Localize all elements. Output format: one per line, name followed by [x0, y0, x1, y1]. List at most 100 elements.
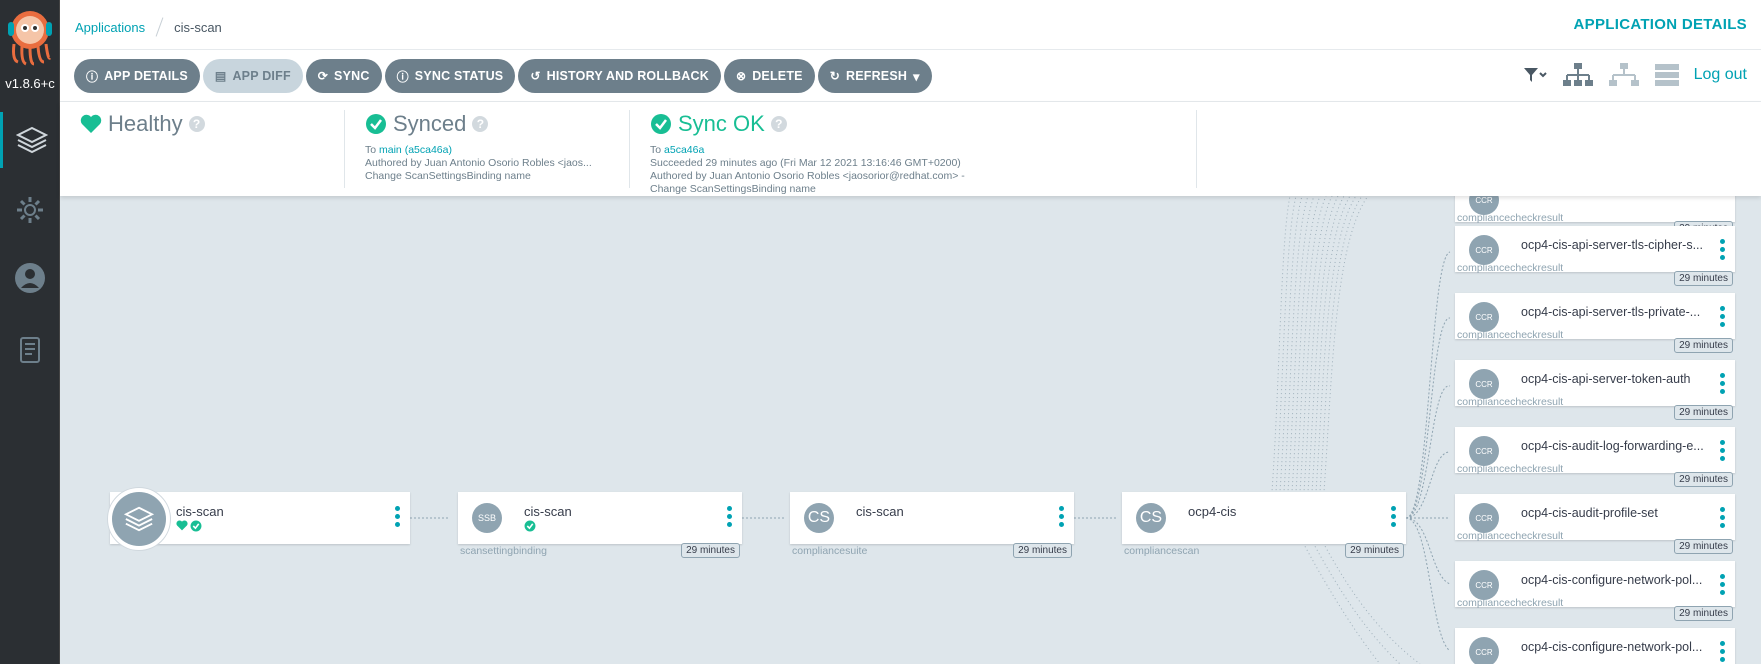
sync-author: Authored by Juan Antonio Osorio Robles <… — [365, 157, 592, 169]
sync-label: SYNC — [334, 69, 370, 83]
node-name: ocp4-cis-api-server-tls-private-... — [1521, 305, 1701, 319]
network-view-icon[interactable] — [1608, 62, 1640, 88]
node-kind: scansettingbinding — [460, 545, 547, 557]
node-menu-icon[interactable] — [724, 506, 734, 527]
node-menu-icon[interactable] — [1720, 507, 1725, 528]
node-name: ocp4-cis-api-server-token-auth — [1521, 372, 1691, 386]
refresh-button[interactable]: ↻ REFRESH ▾ — [817, 59, 932, 93]
checkresult-node[interactable]: CCR ocp4-cis-audit-profile-set complianc… — [1455, 494, 1735, 554]
sync-revision-link[interactable]: main (a5ca46a) — [379, 144, 452, 156]
delete-icon: ⊗ — [735, 69, 747, 83]
node-menu-icon[interactable] — [1720, 440, 1725, 461]
node-age-badge: 29 minutes — [1674, 472, 1733, 487]
node-age-badge: 29 minutes — [681, 543, 740, 558]
argo-logo-icon[interactable] — [6, 8, 54, 68]
info-icon: ⓘ — [86, 69, 99, 84]
check-circle-icon — [366, 114, 386, 134]
breadcrumb-separator — [155, 17, 164, 37]
sync-to-prefix: To — [365, 144, 377, 156]
breadcrumb-current: cis-scan — [174, 19, 222, 35]
node-kind-badge: CCR — [1469, 503, 1499, 533]
node-kind: compliancescan — [1124, 545, 1200, 557]
node-kind: compliancecheckresult — [1457, 463, 1564, 475]
history-rollback-button[interactable]: ↺ HISTORY AND ROLLBACK — [518, 59, 721, 93]
node-age-badge: 29 minutes — [1013, 543, 1072, 558]
layers-icon — [124, 506, 154, 532]
operation-label: Sync OK — [678, 111, 765, 136]
node-name: ocp4-cis-configure-network-pol... — [1521, 640, 1703, 654]
caret-down-icon: ▾ — [913, 69, 920, 84]
resource-node-scansettingbinding[interactable]: SSB cis-scan scansettingbinding 29 minut… — [458, 492, 742, 558]
node-kind: compliancecheckresult — [1457, 597, 1564, 609]
checkresult-node[interactable]: CCR ocp4-cis-configure-network-pol... co… — [1455, 561, 1735, 621]
operation-status[interactable]: Sync OK ? To a5ca46a Succeeded 29 minute… — [629, 110, 1197, 195]
app-details-button[interactable]: ⓘ APP DETAILS — [74, 59, 200, 93]
node-age-badge: 29 minutes — [1674, 405, 1733, 420]
info-icon: ⓘ — [396, 69, 409, 84]
checkresult-node[interactable]: CCR ocp4-cis-api-server-token-auth compl… — [1455, 360, 1735, 420]
node-kind: compliancecheckresult — [1457, 262, 1564, 274]
version-label: v1.8.6+c — [5, 76, 55, 91]
list-view-icon[interactable] — [1654, 63, 1680, 87]
node-menu-icon[interactable] — [1388, 506, 1398, 527]
node-kind: compliancecheckresult — [1457, 396, 1564, 408]
refresh-icon: ↻ — [829, 69, 840, 83]
node-kind-badge: CCR — [1469, 570, 1499, 600]
sidebar: v1.8.6+c — [0, 0, 60, 664]
delete-button[interactable]: ⊗ DELETE — [723, 59, 815, 93]
status-panel: Healthy ? Synced ? To main (a5ca46a) Aut… — [60, 102, 1761, 196]
node-menu-icon[interactable] — [1720, 641, 1725, 662]
node-kind: compliancecheckresult — [1457, 530, 1564, 542]
node-menu-icon[interactable] — [1720, 373, 1725, 394]
heart-icon — [80, 114, 102, 133]
help-icon[interactable]: ? — [188, 116, 205, 132]
node-kind-badge: CCR — [1469, 302, 1499, 332]
checkresult-node[interactable]: CCR ocp4-cis-audit-log-forwarding-e... c… — [1455, 427, 1735, 487]
sidebar-item-docs[interactable] — [0, 322, 60, 378]
node-age-badge: 29 minutes — [1345, 543, 1404, 558]
node-age-badge: 29 minutes — [1674, 539, 1733, 554]
node-menu-icon[interactable] — [1720, 306, 1725, 327]
breadcrumb-applications-link[interactable]: Applications — [75, 20, 145, 35]
node-menu-icon[interactable] — [1720, 239, 1725, 260]
logout-link[interactable]: Log out — [1694, 66, 1747, 84]
resource-node-compliancesuite[interactable]: CS cis-scan compliancesuite 29 minutes — [790, 492, 1074, 558]
sidebar-item-user-info[interactable] — [0, 250, 60, 306]
sidebar-item-settings[interactable] — [0, 182, 60, 238]
operation-revision-link[interactable]: a5ca46a — [664, 144, 704, 156]
checkresult-node[interactable]: CCR ocp4-cis-configure-network-pol... — [1455, 628, 1735, 664]
health-label: Healthy — [108, 111, 183, 136]
node-kind-badge: CS — [1136, 503, 1166, 533]
node-name: ocp4-cis-audit-profile-set — [1521, 506, 1658, 520]
app-node-avatar — [108, 488, 170, 550]
resource-graph: cis-scan SSB cis-scan scansettingbinding… — [60, 196, 1761, 664]
gear-icon — [17, 197, 43, 223]
sync-button[interactable]: ⟳ SYNC — [305, 59, 382, 93]
checkresult-node[interactable]: CCR ocp4-cis-api-server-tls-cipher-s... … — [1455, 226, 1735, 286]
node-menu-icon[interactable] — [1056, 506, 1066, 527]
tree-view-icon[interactable] — [1562, 62, 1594, 88]
filter-icon[interactable] — [1522, 66, 1548, 84]
check-circle-icon — [524, 520, 536, 532]
sidebar-item-applications[interactable] — [0, 112, 60, 168]
app-diff-button[interactable]: ▤ APP DIFF — [202, 59, 303, 93]
node-name: ocp4-cis — [1188, 504, 1237, 519]
checkresult-node[interactable]: CCR compliancecheckresult 29 minutes — [1455, 196, 1735, 236]
checkresult-node[interactable]: CCR ocp4-cis-api-server-tls-private-... … — [1455, 293, 1735, 353]
node-kind-badge: CS — [804, 503, 834, 533]
node-name: cis-scan — [524, 504, 572, 519]
app-details-label: APP DETAILS — [104, 69, 188, 83]
health-status[interactable]: Healthy ? — [80, 110, 345, 188]
help-icon[interactable]: ? — [770, 116, 787, 132]
node-menu-icon[interactable] — [1720, 574, 1725, 595]
help-icon[interactable]: ? — [472, 116, 489, 132]
node-menu-icon[interactable] — [392, 506, 402, 527]
resource-node-compliancescan[interactable]: CS ocp4-cis compliancescan 29 minutes — [1122, 492, 1406, 558]
sync-label: Synced — [393, 111, 467, 136]
sync-status[interactable]: Synced ? To main (a5ca46a) Authored by J… — [344, 110, 630, 188]
check-circle-icon — [190, 520, 202, 532]
app-diff-label: APP DIFF — [232, 69, 291, 83]
sync-status-button[interactable]: ⓘ SYNC STATUS — [384, 59, 516, 93]
docs-icon — [20, 337, 40, 363]
node-age-badge: 29 minutes — [1674, 271, 1733, 286]
